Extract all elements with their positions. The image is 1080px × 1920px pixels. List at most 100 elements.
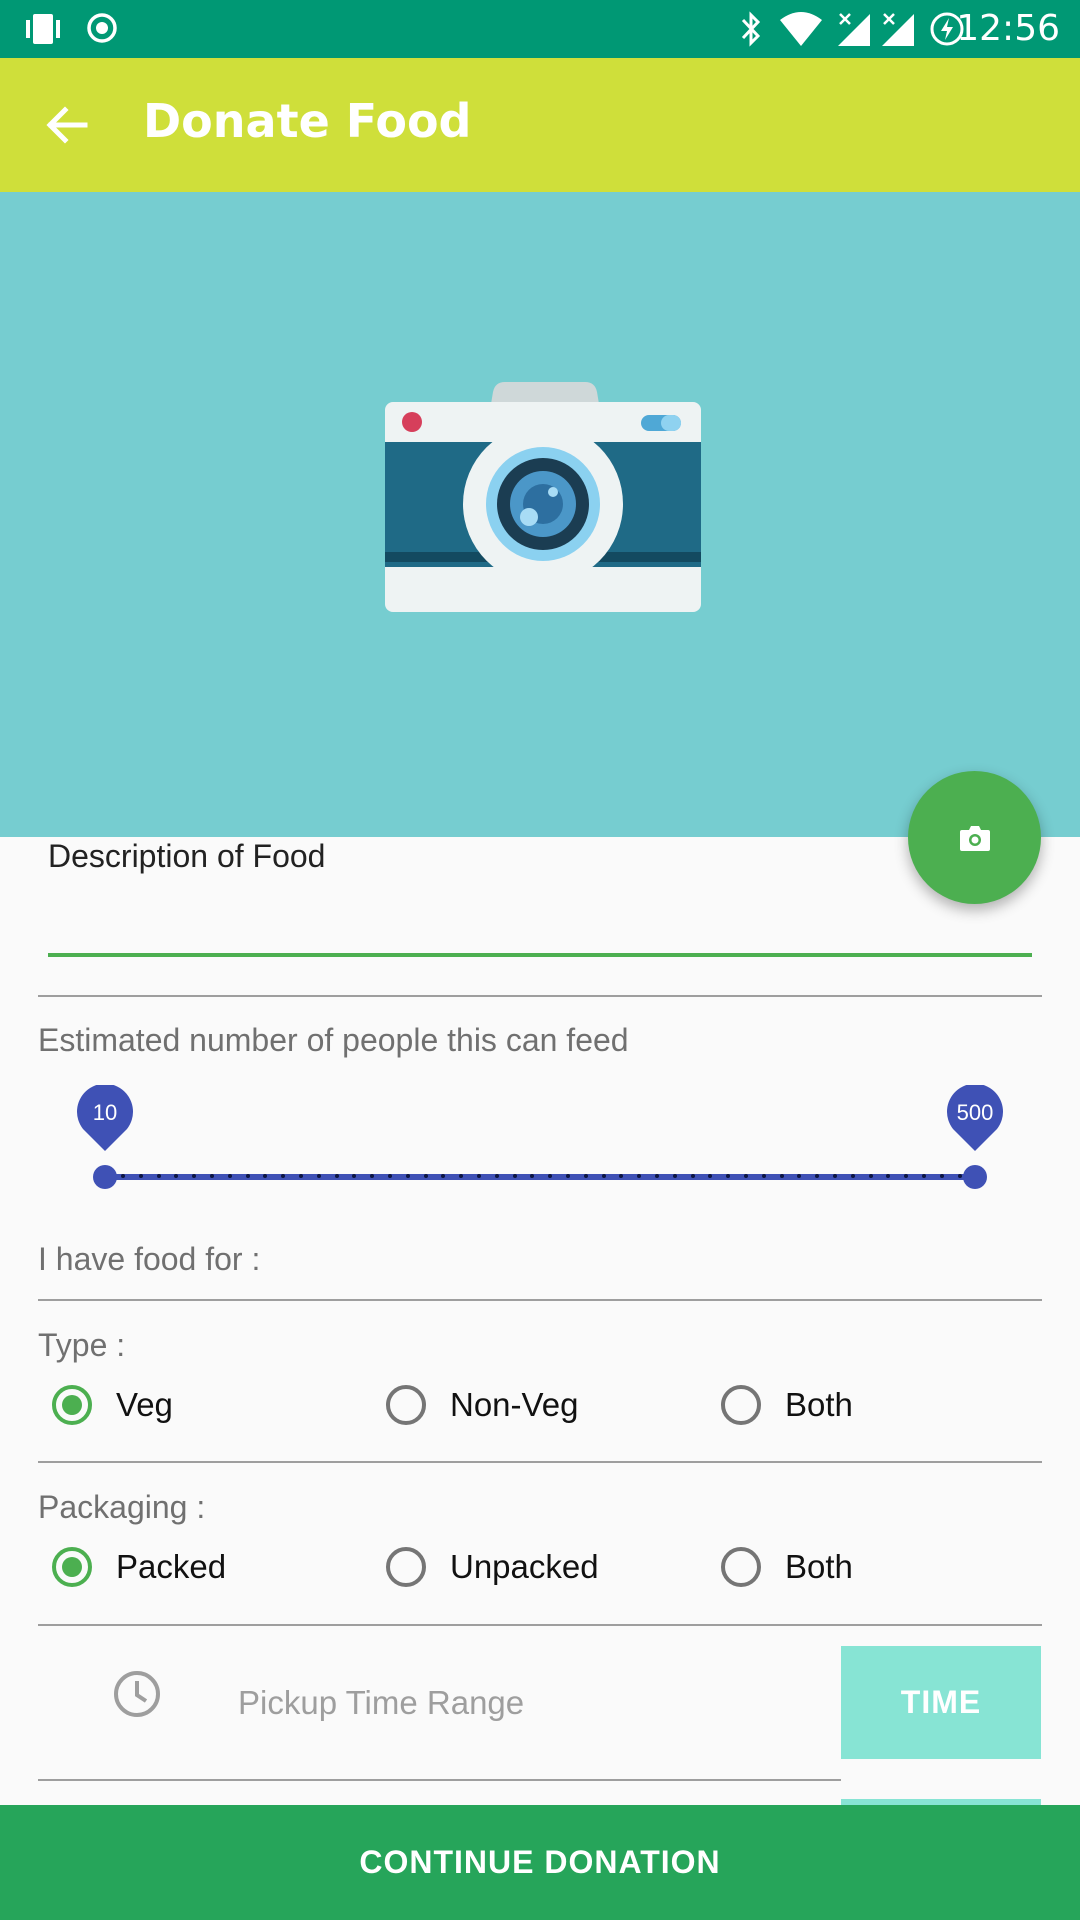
slider-tick [869, 1174, 873, 1178]
clock-icon [114, 1671, 160, 1717]
slider-tick [922, 1174, 926, 1178]
slider-tick [441, 1174, 445, 1178]
app-bar: Donate Food [0, 58, 1080, 192]
min-value-label: 10 [92, 1100, 118, 1125]
slider-tick [797, 1174, 801, 1178]
type-non-veg-radio[interactable]: Non-Veg [386, 1385, 578, 1425]
food-image-area[interactable] [0, 192, 1080, 837]
radio-unchecked-icon [386, 1547, 426, 1587]
slider-tick [726, 1174, 730, 1178]
slider-tick [157, 1174, 161, 1178]
status-bar: 12:56 [0, 0, 1080, 58]
radio-unchecked-icon [386, 1385, 426, 1425]
divider [38, 1779, 841, 1781]
slider-tick [246, 1174, 250, 1178]
slider-tick [851, 1174, 855, 1178]
slider-tick [708, 1174, 712, 1178]
record-icon [87, 13, 117, 43]
back-button[interactable] [30, 88, 104, 162]
packaging-unpacked-radio[interactable]: Unpacked [386, 1547, 599, 1587]
slider-tick [281, 1174, 285, 1178]
slider-tick [299, 1174, 303, 1178]
page-title: Donate Food [143, 94, 472, 148]
slider-tick [886, 1174, 890, 1178]
slider-tick [744, 1174, 748, 1178]
camera-icon [959, 825, 990, 851]
slider-tick [424, 1174, 428, 1178]
radio-label: Unpacked [450, 1548, 599, 1585]
packaging-label: Packaging : [38, 1489, 206, 1525]
divider [38, 1299, 1042, 1301]
bluetooth-icon [741, 11, 761, 47]
people-estimate-label: Estimated number of people this can feed [38, 1022, 629, 1058]
food-for-label: I have food for : [38, 1241, 261, 1277]
status-time: 12:56 [956, 8, 1060, 49]
slider-tick [263, 1174, 267, 1178]
slider-tick [121, 1174, 125, 1178]
slider-tick [459, 1174, 463, 1178]
slider-tick [192, 1174, 196, 1178]
slider-tick [174, 1174, 178, 1178]
description-label: Description of Food [48, 838, 326, 874]
radio-label: Veg [116, 1386, 173, 1423]
slider-tick [637, 1174, 641, 1178]
packaging-both-radio[interactable]: Both [721, 1547, 853, 1587]
radio-unchecked-icon [721, 1385, 761, 1425]
max-value-label: 500 [956, 1100, 994, 1125]
radio-checked-icon [52, 1547, 92, 1587]
slider-tick [228, 1174, 232, 1178]
slider-max-thumb[interactable] [963, 1165, 987, 1189]
slider-tick [406, 1174, 410, 1178]
slider-tick [388, 1174, 392, 1178]
slider-tick [495, 1174, 499, 1178]
type-both-radio[interactable]: Both [721, 1385, 853, 1425]
people-range-slider[interactable] [105, 1174, 975, 1180]
slider-tick [548, 1174, 552, 1178]
slider-tick [602, 1174, 606, 1178]
slider-tick [673, 1174, 677, 1178]
time-button[interactable]: TIME [841, 1646, 1041, 1759]
description-input-underline [48, 953, 1032, 957]
type-label: Type : [38, 1327, 126, 1363]
slider-tick [780, 1174, 784, 1178]
slider-tick [815, 1174, 819, 1178]
camera-placeholder-icon [385, 382, 701, 612]
divider [38, 995, 1042, 997]
slider-tick [655, 1174, 659, 1178]
slider-tick [370, 1174, 374, 1178]
slider-tick [566, 1174, 570, 1178]
radio-label: Both [785, 1548, 853, 1585]
type-veg-radio[interactable]: Veg [52, 1385, 173, 1425]
arrow-back-icon [46, 106, 88, 144]
divider [38, 1461, 1042, 1463]
slider-tick [210, 1174, 214, 1178]
continue-donation-button[interactable]: CONTINUE DONATION [0, 1805, 1080, 1920]
radio-label: Non-Veg [450, 1386, 579, 1423]
vibrate-icon [26, 14, 60, 44]
radio-unchecked-icon [721, 1547, 761, 1587]
radio-label: Both [785, 1386, 853, 1423]
slider-tick [335, 1174, 339, 1178]
slider-min-thumb[interactable] [93, 1165, 117, 1189]
slider-tick [477, 1174, 481, 1178]
slider-tick [139, 1174, 143, 1178]
slider-tick [940, 1174, 944, 1178]
slider-tick [958, 1174, 962, 1178]
slider-tick [530, 1174, 534, 1178]
slider-tick [584, 1174, 588, 1178]
slider-tick [352, 1174, 356, 1178]
divider [38, 1624, 1042, 1626]
signal-icon-1 [838, 13, 870, 46]
wifi-icon [780, 12, 822, 46]
slider-tick [904, 1174, 908, 1178]
slider-tick [619, 1174, 623, 1178]
radio-checked-icon [52, 1385, 92, 1425]
slider-tick [833, 1174, 837, 1178]
packaging-packed-radio[interactable]: Packed [52, 1547, 226, 1587]
slider-tick [513, 1174, 517, 1178]
slider-tick [762, 1174, 766, 1178]
signal-icon-2 [882, 13, 914, 46]
description-input[interactable] [48, 880, 1032, 960]
pickup-time-field[interactable]: Pickup Time Range [238, 1684, 524, 1722]
slider-tick [691, 1174, 695, 1178]
